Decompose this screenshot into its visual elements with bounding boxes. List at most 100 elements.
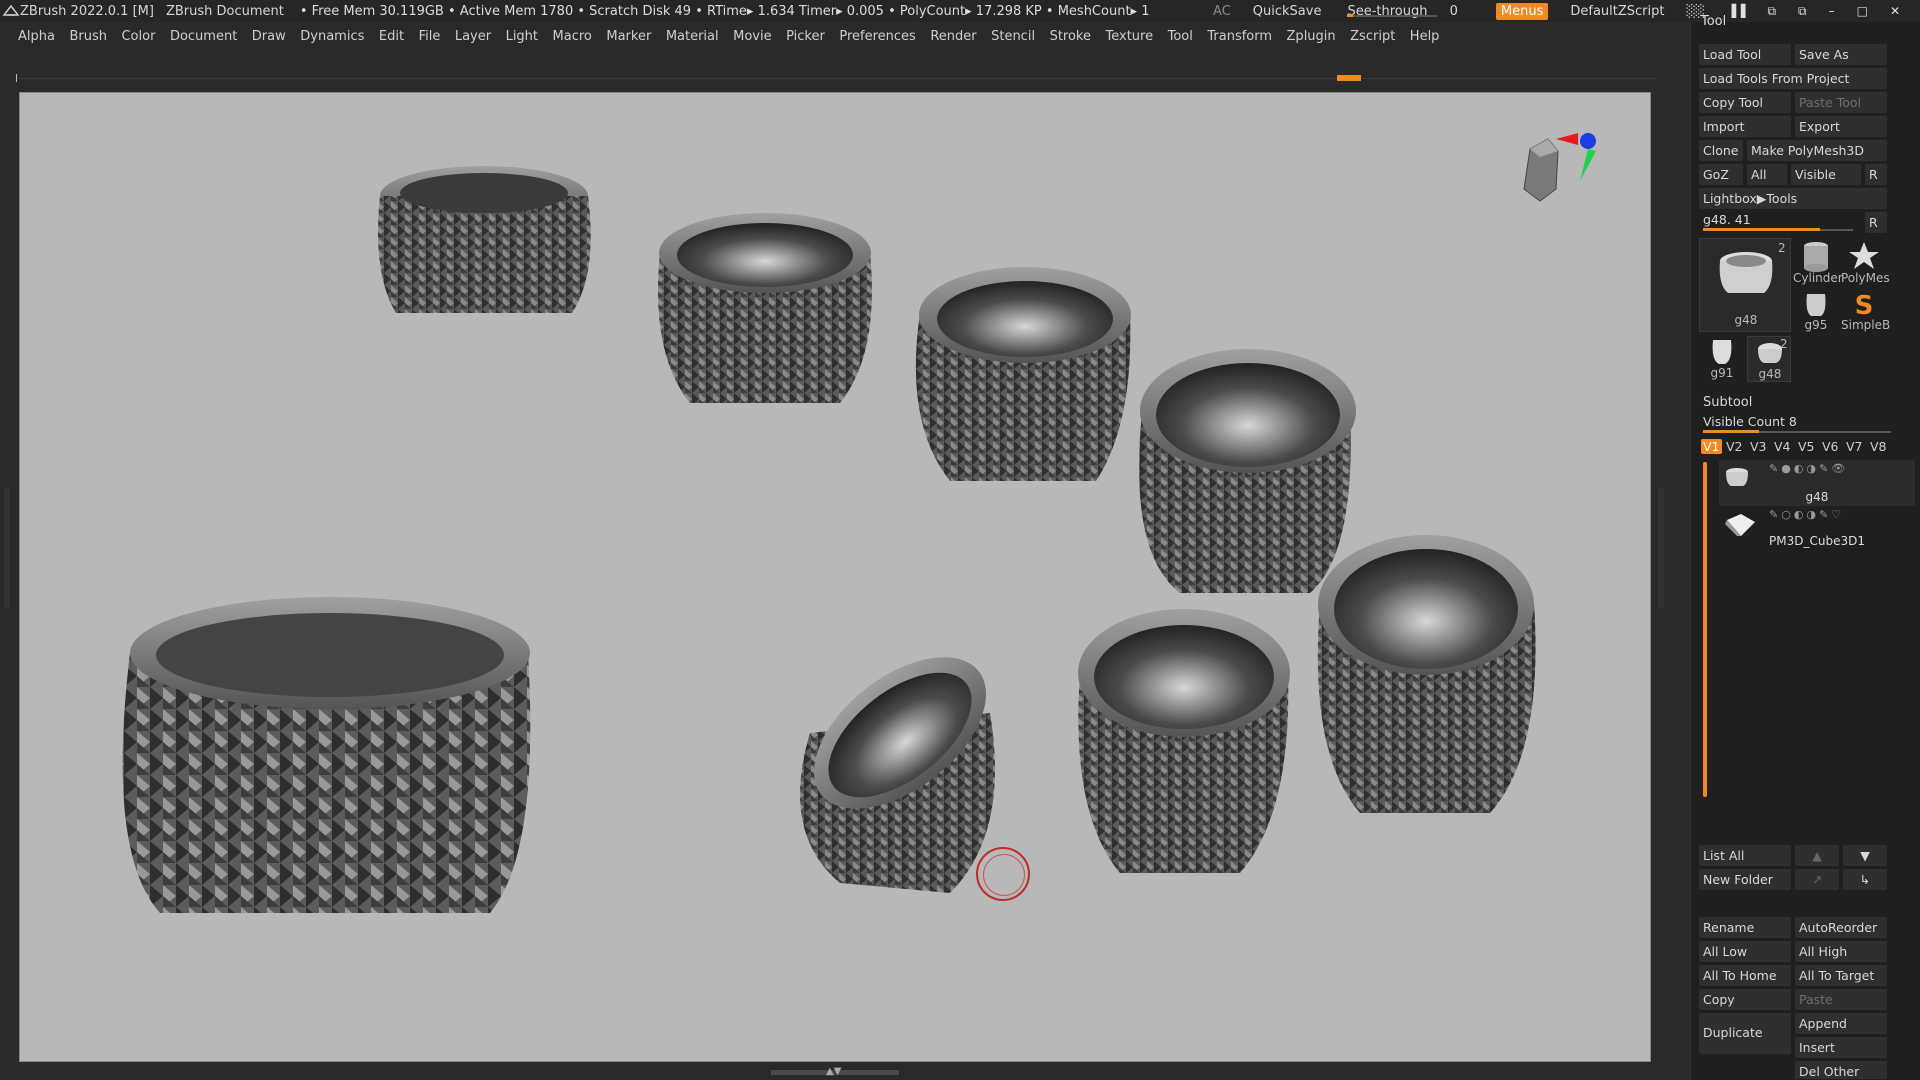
move-up-icon[interactable]: ▲ <box>1795 845 1839 866</box>
new-folder-button[interactable]: New Folder <box>1699 869 1791 890</box>
clone-button[interactable]: Clone <box>1699 140 1743 161</box>
tool-thumb-g48[interactable]: g48 2 <box>1747 336 1791 382</box>
insert-button[interactable]: Insert <box>1795 1037 1887 1058</box>
move-down-icon[interactable]: ▼ <box>1843 845 1887 866</box>
tool-thumb-g91[interactable]: g91 <box>1699 336 1745 382</box>
paste-tool-button[interactable]: Paste Tool <box>1795 92 1887 113</box>
goz-all-button[interactable]: All <box>1747 164 1787 185</box>
tool-thumb-cylinder[interactable]: Cylinder <box>1793 238 1843 286</box>
menu-light[interactable]: Light <box>506 29 538 44</box>
rename-button[interactable]: Rename <box>1699 917 1791 938</box>
lightbox-tools-button[interactable]: Lightbox▶Tools <box>1699 188 1887 209</box>
menu-macro[interactable]: Macro <box>553 29 592 44</box>
timeline-marker[interactable] <box>1337 75 1361 81</box>
menus-button[interactable]: Menus <box>1495 2 1549 20</box>
menu-material[interactable]: Material <box>666 29 719 44</box>
minimize-icon[interactable]: – <box>1829 4 1835 18</box>
menu-transform[interactable]: Transform <box>1207 29 1272 44</box>
navigation-gizmo[interactable] <box>1510 119 1610 239</box>
tool-thumb-name: PolyMes <box>1841 271 1890 285</box>
menu-dynamics[interactable]: Dynamics <box>300 29 364 44</box>
menu-preferences[interactable]: Preferences <box>839 29 915 44</box>
subtool-row-icons[interactable]: ✎●◐◑✎👁 <box>1769 462 1848 475</box>
tab-v2[interactable]: V2 <box>1726 439 1743 454</box>
all-to-home-button[interactable]: All To Home <box>1699 965 1791 986</box>
tool-thumb-polymesh[interactable]: PolyMes <box>1841 238 1890 286</box>
menu-render[interactable]: Render <box>930 29 976 44</box>
left-tray-handle[interactable] <box>4 488 10 608</box>
tab-v4[interactable]: V4 <box>1774 439 1791 454</box>
folder-up-icon[interactable]: ↗ <box>1795 869 1839 890</box>
copy-tool-button[interactable]: Copy Tool <box>1699 92 1791 113</box>
load-tool-button[interactable]: Load Tool <box>1699 44 1791 65</box>
load-tools-from-project-button[interactable]: Load Tools From Project <box>1699 68 1887 89</box>
tool-thumb-simplebrush[interactable]: S SimpleB <box>1841 288 1890 334</box>
window-tile-icon[interactable]: ⧉ <box>1767 4 1776 19</box>
layout-split-icon[interactable]: ▐▐ <box>1727 4 1745 18</box>
menu-document[interactable]: Document <box>170 29 237 44</box>
menu-tool[interactable]: Tool <box>1168 29 1193 44</box>
tab-v7[interactable]: V7 <box>1846 439 1863 454</box>
menu-alpha[interactable]: Alpha <box>18 29 55 44</box>
subtool-section-title[interactable]: Subtool <box>1703 395 1752 410</box>
save-as-button[interactable]: Save As <box>1795 44 1887 65</box>
import-button[interactable]: Import <box>1699 116 1791 137</box>
menu-edit[interactable]: Edit <box>379 29 404 44</box>
menu-stroke[interactable]: Stroke <box>1050 29 1091 44</box>
tab-v3[interactable]: V3 <box>1750 439 1767 454</box>
goz-r-button[interactable]: R <box>1865 164 1887 185</box>
del-other-button[interactable]: Del Other <box>1795 1061 1887 1079</box>
tool-r-button[interactable]: R <box>1865 212 1887 233</box>
menu-movie[interactable]: Movie <box>733 29 771 44</box>
subtool-name: g48 <box>1805 490 1829 504</box>
export-button[interactable]: Export <box>1795 116 1887 137</box>
menu-help[interactable]: Help <box>1410 29 1440 44</box>
menu-zplugin[interactable]: Zplugin <box>1287 29 1336 44</box>
folder-down-icon[interactable]: ↳ <box>1843 869 1887 890</box>
list-all-button[interactable]: List All <box>1699 845 1791 866</box>
all-low-button[interactable]: All Low <box>1699 941 1791 962</box>
subtool-scrollbar[interactable] <box>1703 462 1707 797</box>
menu-picker[interactable]: Picker <box>786 29 825 44</box>
subtool-row[interactable]: ✎○◐◑✎♡ PM3D_Cube3D1 <box>1719 508 1915 554</box>
all-to-target-button[interactable]: All To Target <box>1795 965 1887 986</box>
menu-texture[interactable]: Texture <box>1106 29 1154 44</box>
tool-thumb-g48-main[interactable]: g48 2 <box>1699 238 1791 332</box>
goz-visible-button[interactable]: Visible <box>1791 164 1861 185</box>
menu-file[interactable]: File <box>419 29 441 44</box>
subtool-row[interactable]: ✎●◐◑✎👁 g48 <box>1719 460 1915 506</box>
quicksave-button[interactable]: QuickSave <box>1253 4 1322 19</box>
default-zscript-button[interactable]: DefaultZScript <box>1570 4 1664 19</box>
menu-brush[interactable]: Brush <box>69 29 107 44</box>
ac-toggle[interactable]: AC <box>1213 4 1231 19</box>
window-cascade-icon[interactable]: ⧉ <box>1798 4 1807 19</box>
tab-v1[interactable]: V1 <box>1701 439 1722 454</box>
make-polymesh3d-button[interactable]: Make PolyMesh3D <box>1747 140 1887 161</box>
goz-button[interactable]: GoZ <box>1699 164 1743 185</box>
autoreorder-button[interactable]: AutoReorder <box>1795 917 1887 938</box>
subtool-row-icons[interactable]: ✎○◐◑✎♡ <box>1769 508 1844 521</box>
paste-subtool-button[interactable]: Paste <box>1795 989 1887 1010</box>
maximize-icon[interactable]: □ <box>1857 4 1868 18</box>
copy-subtool-button[interactable]: Copy <box>1699 989 1791 1010</box>
tab-v6[interactable]: V6 <box>1822 439 1839 454</box>
timeline-strip[interactable] <box>0 70 1690 90</box>
menu-marker[interactable]: Marker <box>606 29 651 44</box>
tab-v5[interactable]: V5 <box>1798 439 1815 454</box>
expand-arrow-icon[interactable]: ▲▼ <box>826 1066 841 1077</box>
tab-v8[interactable]: V8 <box>1870 439 1887 454</box>
menu-zscript[interactable]: Zscript <box>1350 29 1395 44</box>
append-button[interactable]: Append <box>1795 1013 1887 1034</box>
tool-thumb-g95[interactable]: g95 <box>1793 288 1839 334</box>
see-through-slider[interactable]: See-through 0 <box>1343 4 1473 19</box>
document-canvas[interactable] <box>19 92 1651 1062</box>
close-icon[interactable]: ✕ <box>1890 4 1900 18</box>
menu-layer[interactable]: Layer <box>455 29 491 44</box>
menu-draw[interactable]: Draw <box>252 29 286 44</box>
menu-stencil[interactable]: Stencil <box>991 29 1035 44</box>
tool-palette: Tool Load Tool Save As Load Tools From P… <box>1690 14 1920 1080</box>
all-high-button[interactable]: All High <box>1795 941 1887 962</box>
right-tray-handle[interactable] <box>1658 488 1664 608</box>
menu-color[interactable]: Color <box>121 29 155 44</box>
duplicate-button[interactable]: Duplicate <box>1699 1013 1791 1054</box>
